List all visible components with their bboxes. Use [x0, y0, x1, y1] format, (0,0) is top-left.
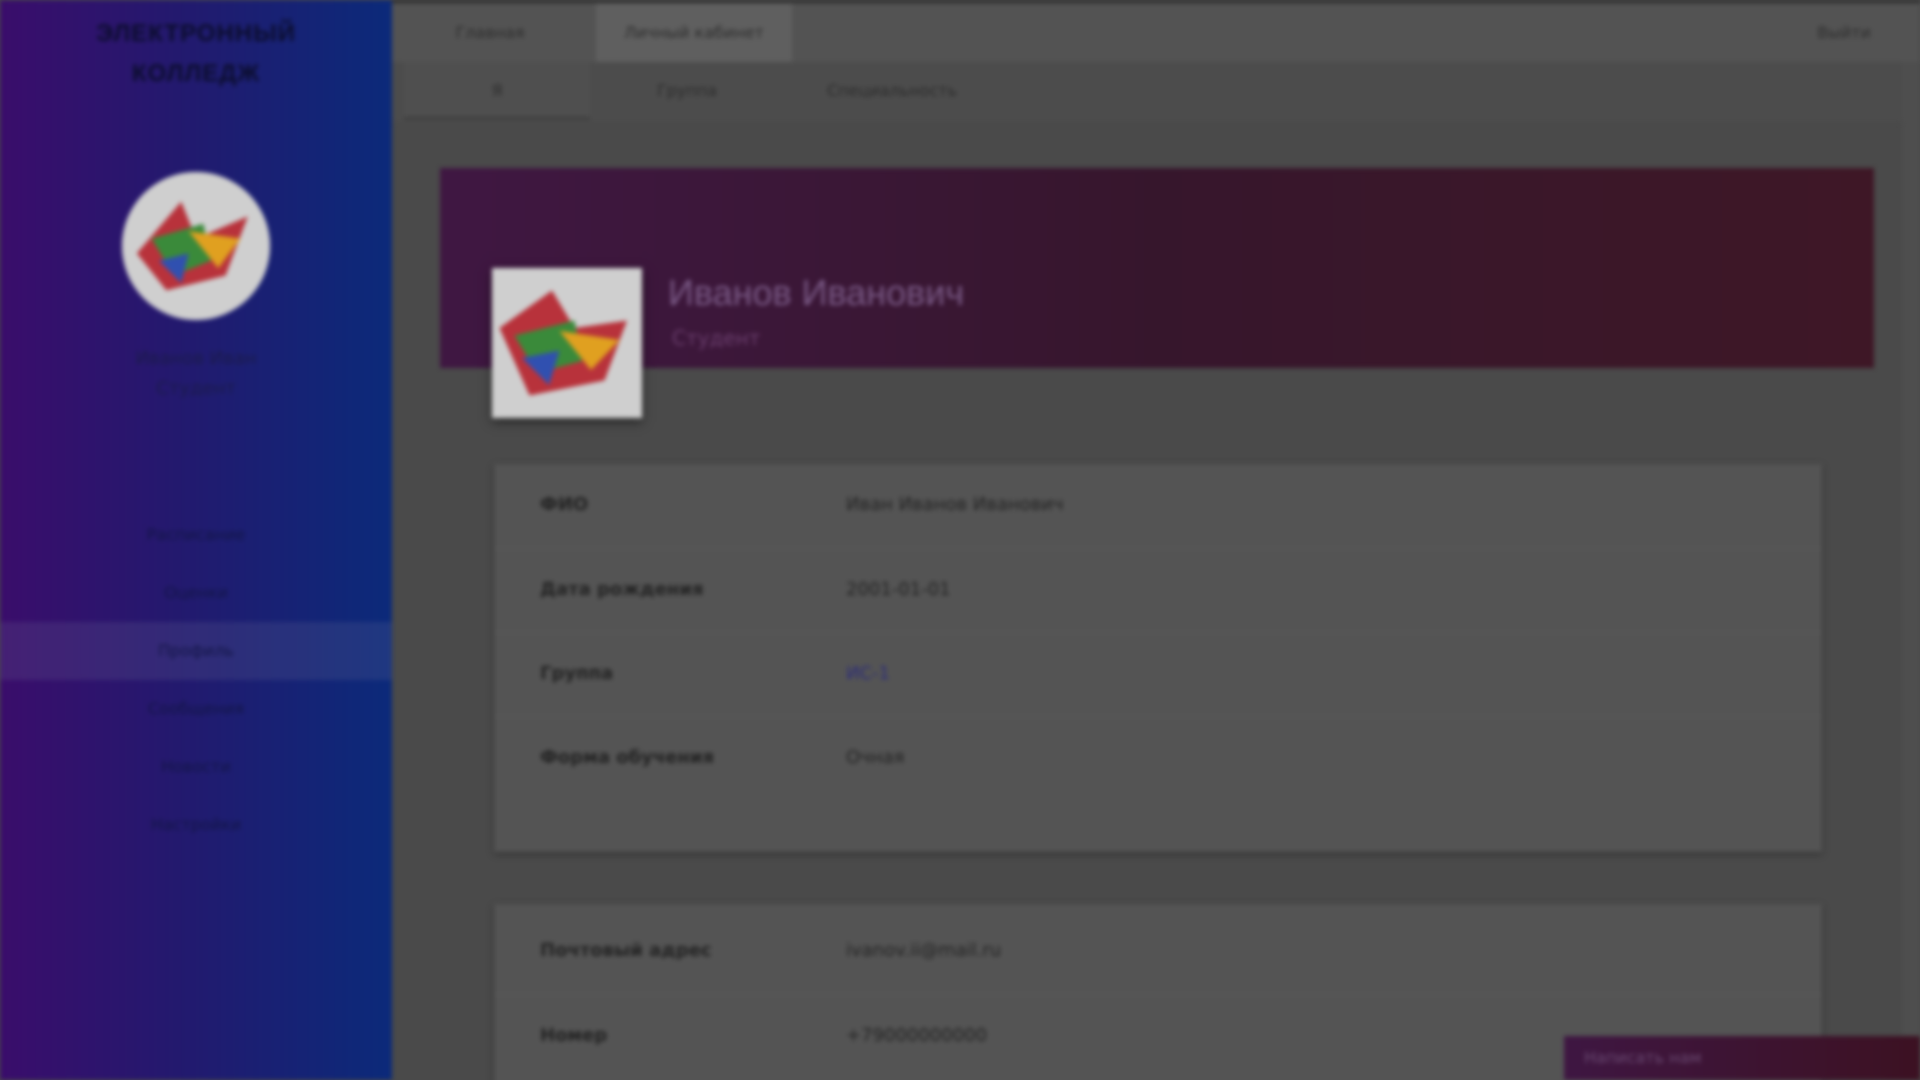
personal-info-card: ФИО Иван Иванов Иванович Дата рождения 2… [494, 464, 1822, 852]
info-value: Очная [846, 747, 905, 768]
info-label: Группа [540, 663, 614, 684]
avatar-image [122, 172, 270, 320]
info-value: Иван Иванов Иванович [846, 494, 1064, 515]
info-value: +79000000000 [846, 1025, 988, 1046]
profile-name: Иванов Иванович [668, 272, 965, 313]
profile-banner [440, 168, 1874, 368]
chat-widget-button[interactable]: Написать нам [1564, 1036, 1920, 1080]
info-label: Форма обучения [540, 747, 715, 768]
info-label: Дата рождения [540, 579, 704, 600]
brand-line-2: КОЛЛЕДЖ [131, 60, 261, 87]
chat-widget-label: Написать нам [1584, 1048, 1702, 1067]
subtab-specialty[interactable]: Специальность [792, 62, 992, 120]
info-value: 2001-01-01 [846, 579, 951, 600]
logout-button[interactable]: Выйти [1804, 3, 1884, 62]
sidebar-avatar[interactable] [122, 172, 270, 320]
group-link[interactable]: ИС-1 [846, 663, 890, 684]
sidebar-user-role: Студент [156, 378, 236, 399]
sidebar-menu: Расписание Оценки Профиль Сообщения Ново… [0, 506, 392, 854]
info-row-birthdate: Дата рождения 2001-01-01 [494, 548, 1822, 632]
info-row-group: Группа ИС-1 [494, 632, 1822, 716]
info-label: Номер [540, 1025, 608, 1046]
sidebar-item-grades[interactable]: Оценки [0, 564, 392, 622]
subtab-group[interactable]: Группа [612, 62, 762, 120]
brand-logo-text[interactable]: ЭЛЕКТРОННЫЙ КОЛЛЕДЖ [0, 14, 392, 94]
sidebar-item-schedule[interactable]: Расписание [0, 506, 392, 564]
sidebar: ЭЛЕКТРОННЫЙ КОЛЛЕДЖ Иванов Иван Студент … [0, 0, 392, 1080]
sidebar-item-profile[interactable]: Профиль [0, 622, 392, 680]
top-nav: Главная Личный кабинет Выйти [392, 0, 1920, 62]
sidebar-item-news[interactable]: Новости [0, 738, 392, 796]
info-row-study-form: Форма обучения Очная [494, 716, 1822, 800]
tab-home[interactable]: Главная [392, 3, 588, 62]
profile-photo[interactable] [492, 268, 642, 418]
sub-nav: Я Группа Специальность [392, 62, 1920, 122]
sidebar-item-messages[interactable]: Сообщения [0, 680, 392, 738]
info-row-fullname: ФИО Иван Иванов Иванович [494, 464, 1822, 548]
sidebar-item-settings[interactable]: Настройки [0, 796, 392, 854]
subtab-me[interactable]: Я [404, 62, 590, 120]
info-row-email: Почтовый адрес ivanov.ii@mail.ru [494, 910, 1822, 994]
profile-photo-image [492, 268, 642, 418]
info-label: ФИО [540, 494, 589, 515]
sidebar-user-name: Иванов Иван [135, 348, 257, 369]
page-scrollbar[interactable] [1902, 62, 1920, 1080]
tab-personal-cabinet[interactable]: Личный кабинет [596, 3, 792, 62]
brand-line-1: ЭЛЕКТРОННЫЙ [96, 20, 296, 47]
profile-role: Студент [672, 326, 761, 350]
info-value: ivanov.ii@mail.ru [846, 940, 1002, 961]
sidebar-user: Иванов Иван Студент [0, 344, 392, 404]
info-label: Почтовый адрес [540, 940, 712, 961]
